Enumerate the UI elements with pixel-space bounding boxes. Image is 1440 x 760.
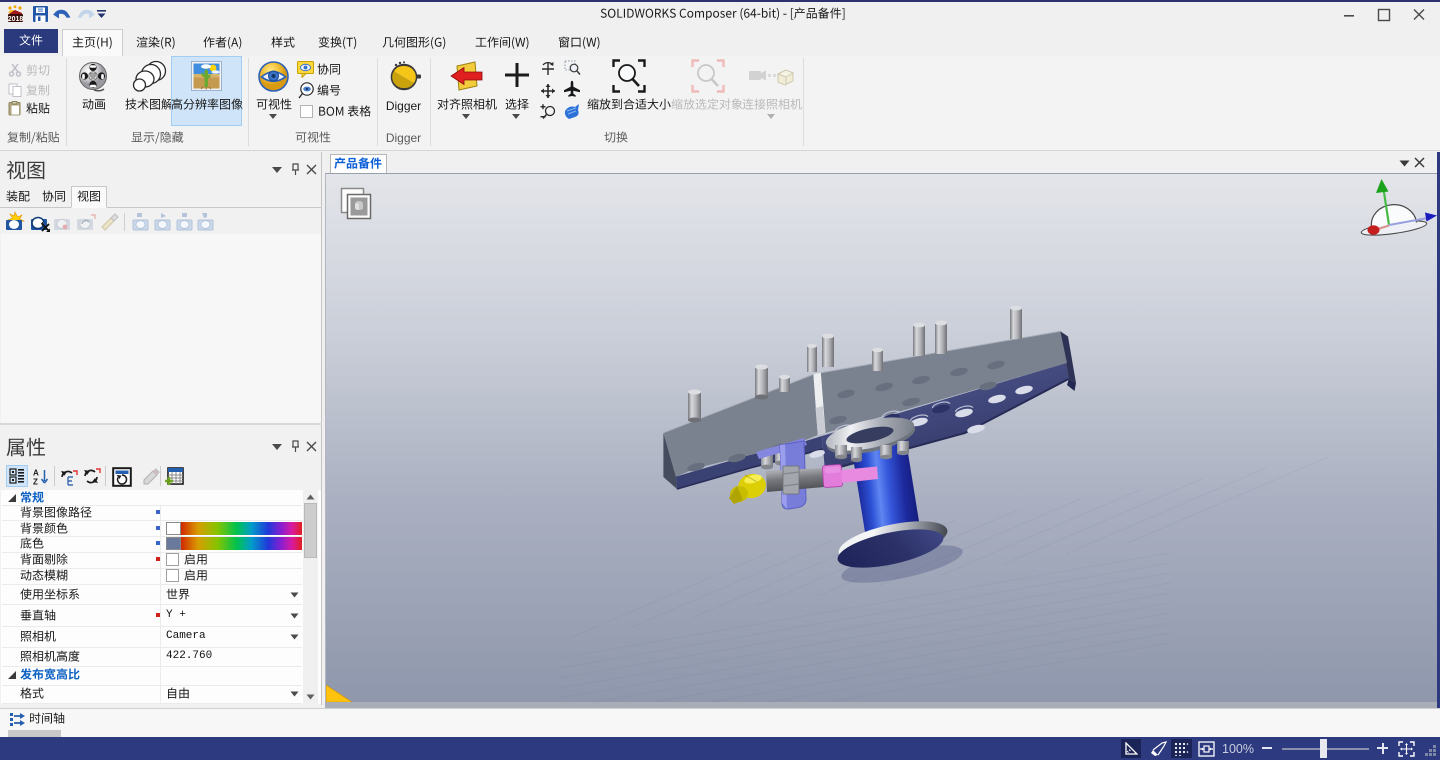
svg-text:A: A [33, 469, 39, 478]
svg-text:Z: Z [33, 478, 38, 486]
svg-text:2018: 2018 [8, 16, 24, 23]
